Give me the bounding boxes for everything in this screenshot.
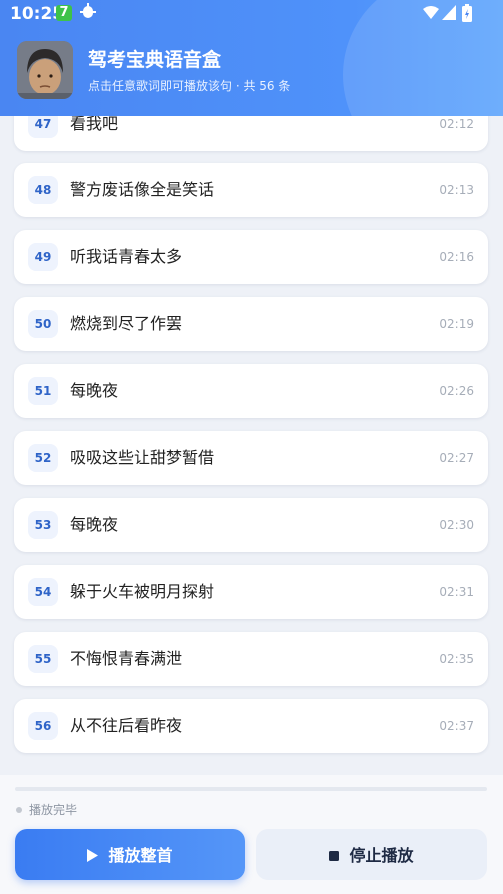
lyric-number: 47 (28, 116, 58, 138)
lyric-row[interactable]: 56 从不往后看昨夜 02:37 (14, 699, 488, 753)
signal-icon (442, 5, 456, 20)
lyric-text: 警方废话像全是笑话 (70, 180, 215, 199)
lyric-row[interactable]: 51 每晚夜 02:26 (14, 364, 488, 418)
lyric-timestamp: 02:16 (439, 250, 474, 264)
lyric-timestamp: 02:35 (439, 652, 474, 666)
playback-status: 播放完毕 (29, 803, 78, 817)
lyric-text: 不悔恨青春满泄 (70, 649, 183, 668)
lyric-number: 50 (28, 310, 58, 338)
lyric-text: 燃烧到尽了作罢 (70, 314, 183, 333)
stop-button[interactable]: 停止播放 (256, 829, 487, 880)
wifi-icon (423, 6, 439, 19)
stop-label: 停止播放 (349, 846, 414, 865)
page-subtitle: 点击任意歌词即可播放该句 · 共 56 条 (88, 79, 291, 93)
lyric-number: 49 (28, 243, 58, 271)
lyric-row[interactable]: 52 吸吸这些让甜梦暂借 02:27 (14, 431, 488, 485)
lyric-number: 52 (28, 444, 58, 472)
lyric-row[interactable]: 55 不悔恨青春满泄 02:35 (14, 632, 488, 686)
lyric-number: 48 (28, 176, 58, 204)
lyric-timestamp: 02:19 (439, 317, 474, 331)
play-all-label: 播放整首 (108, 846, 173, 865)
battery-icon (462, 4, 472, 22)
lyric-text: 每晚夜 (70, 381, 119, 400)
lyric-text: 躲于火车被明月探射 (70, 582, 215, 601)
lyric-row[interactable]: 50 燃烧到尽了作罢 02:19 (14, 297, 488, 351)
lyric-row[interactable]: 48 警方废话像全是笑话 02:13 (14, 163, 488, 217)
lyric-timestamp: 02:30 (439, 518, 474, 532)
lyric-timestamp: 02:13 (439, 183, 474, 197)
lyric-number: 55 (28, 645, 58, 673)
lyric-row[interactable]: 53 每晚夜 02:30 (14, 498, 488, 552)
lyric-row[interactable]: 47 看我吧 02:12 (14, 116, 488, 151)
play-all-button[interactable]: 播放整首 (15, 829, 245, 880)
status-dot-icon (16, 807, 22, 813)
bug-icon (80, 3, 96, 18)
lyric-timestamp: 02:31 (439, 585, 474, 599)
lyric-number: 54 (28, 578, 58, 606)
lyric-timestamp: 02:27 (439, 451, 474, 465)
avatar[interactable] (17, 41, 73, 99)
progress-bar[interactable] (15, 787, 487, 791)
lyric-number: 53 (28, 511, 58, 539)
lyric-timestamp: 02:26 (439, 384, 474, 398)
lyric-number: 56 (28, 712, 58, 740)
page-title: 驾考宝典语音盒 (88, 49, 222, 71)
lyric-row[interactable]: 49 听我话青春太多 02:16 (14, 230, 488, 284)
status-bar: 10:25 7 (0, 0, 503, 28)
lyrics-list[interactable]: 47 看我吧 02:12 48 警方废话像全是笑话 02:13 49 听我话青春… (0, 116, 503, 773)
player-controls: 播放完毕 播放整首 停止播放 (0, 775, 503, 894)
avatar-portrait-icon (17, 41, 73, 99)
lyric-text: 听我话青春太多 (70, 247, 183, 266)
lyric-row[interactable]: 54 躲于火车被明月探射 02:31 (14, 565, 488, 619)
app-header: 10:25 7 驾考宝典语音盒 点击任意歌词即可播放该句 · 共 56 条 (0, 0, 503, 116)
lyric-timestamp: 02:12 (439, 117, 474, 131)
lyric-text: 从不往后看昨夜 (70, 716, 183, 735)
lyric-number: 51 (28, 377, 58, 405)
app-badge-icon: 7 (56, 5, 72, 21)
lyric-text: 吸吸这些让甜梦暂借 (70, 448, 215, 467)
stop-icon (329, 850, 340, 861)
play-icon (87, 849, 99, 862)
lyric-timestamp: 02:37 (439, 719, 474, 733)
lyric-text: 每晚夜 (70, 515, 119, 534)
lyric-text: 看我吧 (70, 116, 119, 133)
